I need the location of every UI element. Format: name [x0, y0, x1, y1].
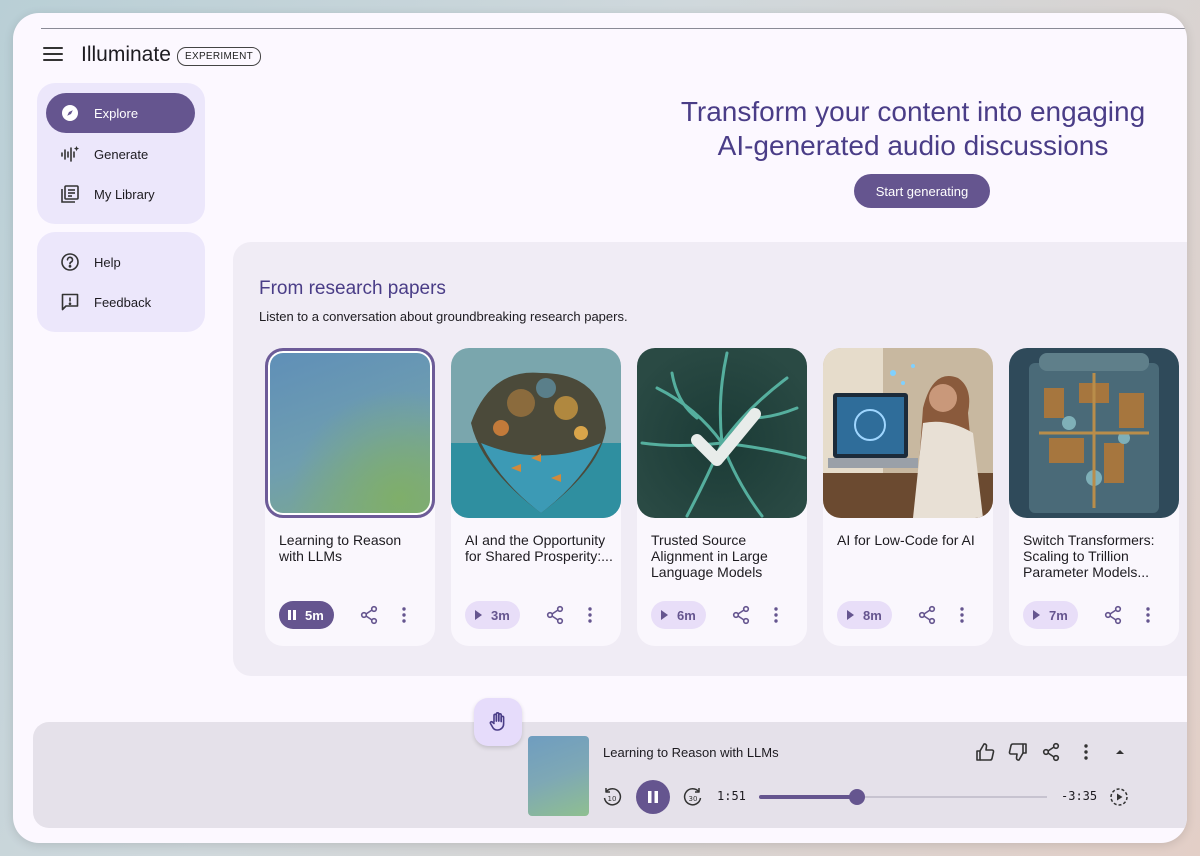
- paper-thumbnail[interactable]: [265, 348, 435, 518]
- sidebar-item-help[interactable]: Help: [46, 242, 195, 282]
- thumbs-up-icon[interactable]: [974, 741, 996, 763]
- pause-icon: [648, 791, 658, 803]
- sidebar-item-feedback[interactable]: Feedback: [46, 282, 195, 322]
- share-icon[interactable]: [1040, 741, 1062, 763]
- now-playing-title: Learning to Reason with LLMs: [603, 745, 779, 760]
- playback-speed-icon[interactable]: [1108, 786, 1130, 808]
- app-title: Illuminate: [81, 43, 171, 66]
- paper-title: Learning to Reason with LLMs: [279, 532, 402, 564]
- play-icon: [1033, 610, 1040, 620]
- share-icon[interactable]: [731, 605, 751, 625]
- play-icon: [847, 610, 854, 620]
- duration-label: 8m: [863, 607, 882, 623]
- rewind-seconds-label: 10: [608, 795, 617, 803]
- share-icon[interactable]: [545, 605, 565, 625]
- expand-up-icon[interactable]: [1109, 741, 1131, 763]
- paper-card[interactable]: AI and the Opportunity for Shared Prospe…: [451, 348, 621, 646]
- progress-slider[interactable]: [759, 789, 1047, 805]
- library-icon: [60, 184, 80, 204]
- compass-icon: [60, 103, 80, 123]
- paper-title: AI for Low-Code for AI: [837, 532, 975, 548]
- more-vert-icon[interactable]: [1075, 741, 1097, 763]
- play-duration-button[interactable]: 6m: [651, 601, 706, 629]
- share-icon[interactable]: [1103, 605, 1123, 625]
- more-vert-icon[interactable]: [585, 605, 595, 625]
- audio-player-bar: [33, 722, 1187, 828]
- sidebar-item-label: Generate: [94, 146, 149, 162]
- sidebar-item-label: My Library: [94, 186, 155, 202]
- sidebar-item-explore[interactable]: Explore: [46, 93, 195, 133]
- paper-card[interactable]: Learning to Reason with LLMs 5m: [265, 348, 435, 646]
- raise-hand-icon: [489, 712, 505, 731]
- pause-icon: [288, 610, 296, 620]
- section-subtitle: Listen to a conversation about groundbre…: [259, 309, 628, 324]
- sparkle-waveform-icon: [60, 144, 80, 164]
- sidebar-item-label: Help: [94, 254, 121, 270]
- thumbs-down-icon[interactable]: [1007, 741, 1029, 763]
- play-duration-button[interactable]: 8m: [837, 601, 892, 629]
- help-icon: [60, 252, 80, 272]
- paper-card[interactable]: Trusted Source Alignment in Large Langua…: [637, 348, 807, 646]
- play-icon: [661, 610, 668, 620]
- forward-seconds-label: 30: [689, 795, 698, 803]
- hamburger-menu-icon[interactable]: [43, 47, 63, 63]
- sidebar-primary: Explore Generate My Library: [37, 83, 205, 224]
- sidebar-item-my-library[interactable]: My Library: [46, 174, 195, 214]
- paper-title: AI and the Opportunity for Shared Prospe…: [465, 532, 613, 564]
- start-generating-button[interactable]: Start generating: [854, 174, 990, 208]
- forward-30-icon[interactable]: 30: [682, 786, 704, 808]
- paper-card[interactable]: AI for Low-Code for AI 8m: [823, 348, 993, 646]
- sidebar-item-label: Feedback: [94, 294, 152, 310]
- feedback-icon: [60, 292, 80, 312]
- more-vert-icon[interactable]: [771, 605, 781, 625]
- hero-line-1: Transform your content into engaging: [680, 96, 1146, 127]
- share-icon[interactable]: [359, 605, 379, 625]
- more-vert-icon[interactable]: [1143, 605, 1153, 625]
- sidebar-secondary: Help Feedback: [37, 232, 205, 332]
- duration-label: 6m: [677, 607, 696, 623]
- paper-thumbnail[interactable]: [451, 348, 621, 518]
- paper-thumbnail[interactable]: [1009, 348, 1179, 518]
- paper-thumbnail[interactable]: [823, 348, 993, 518]
- now-playing-thumbnail: [528, 736, 589, 816]
- duration-label: 5m: [305, 607, 324, 623]
- paper-title: Trusted Source Alignment in Large Langua…: [651, 532, 768, 580]
- app-window: Illuminate EXPERIMENT Explore Generate M…: [13, 13, 1187, 843]
- sidebar-item-label: Explore: [94, 105, 139, 121]
- play-duration-button[interactable]: 3m: [465, 601, 520, 629]
- share-icon[interactable]: [917, 605, 937, 625]
- duration-label: 7m: [1049, 607, 1068, 623]
- research-papers-section: From research papers Listen to a convers…: [233, 242, 1187, 676]
- rewind-10-icon[interactable]: 10: [601, 786, 623, 808]
- section-title: From research papers: [259, 278, 446, 299]
- paper-title: Switch Transformers: Scaling to Trillion…: [1023, 532, 1155, 580]
- paper-card[interactable]: Switch Transformers: Scaling to Trillion…: [1009, 348, 1179, 646]
- paper-thumbnail[interactable]: [637, 348, 807, 518]
- hero-heading: Transform your content into engaging AI-…: [653, 95, 1173, 163]
- raise-hand-button[interactable]: [474, 698, 522, 746]
- top-divider: [41, 28, 1187, 29]
- player-pause-button[interactable]: [636, 780, 670, 814]
- hero-line-2: AI-generated audio discussions: [717, 130, 1109, 161]
- play-duration-button[interactable]: 7m: [1023, 601, 1078, 629]
- duration-label: 3m: [491, 607, 510, 623]
- elapsed-time: 1:51: [717, 789, 746, 803]
- experiment-badge: EXPERIMENT: [177, 47, 262, 66]
- more-vert-icon[interactable]: [399, 605, 409, 625]
- progress-fill: [759, 795, 857, 799]
- progress-handle[interactable]: [848, 789, 865, 805]
- play-icon: [475, 610, 482, 620]
- pause-duration-button[interactable]: 5m: [279, 601, 334, 629]
- sidebar-item-generate[interactable]: Generate: [46, 134, 195, 174]
- remaining-time: -3:35: [1061, 789, 1098, 803]
- more-vert-icon[interactable]: [957, 605, 967, 625]
